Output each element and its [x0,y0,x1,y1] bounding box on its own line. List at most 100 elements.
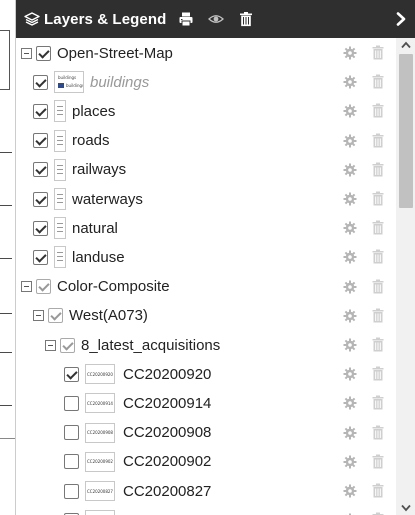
layer-row[interactable]: natural [16,213,396,243]
collapse-toggle-icon[interactable] [33,310,44,322]
layer-row[interactable]: buildings buildings buildings [16,67,396,97]
layer-row[interactable]: railways [16,155,396,185]
layer-checkbox[interactable] [60,337,75,353]
gear-icon[interactable] [343,280,357,294]
layer-label: Open-Street-Map [57,44,173,62]
layer-checkbox[interactable] [33,249,48,265]
layer-checkbox[interactable] [36,279,51,295]
gear-icon[interactable] [343,163,357,177]
layer-group-row[interactable]: 8_latest_acquisitions [16,330,396,360]
trash-icon[interactable] [372,103,384,118]
legend-thumbnail [54,100,66,123]
layer-row[interactable]: CC20200821CC20200821 [16,505,396,515]
layer-group-row[interactable]: West(A073) [16,301,396,331]
legend-thumbnail [54,188,66,210]
print-button[interactable] [174,0,198,38]
layer-row[interactable]: places [16,96,396,126]
layer-checkbox[interactable] [64,395,79,411]
layer-row[interactable]: waterways [16,184,396,214]
scroll-down-button[interactable] [396,501,415,515]
trash-icon[interactable] [372,74,384,89]
map-line [0,405,12,406]
gear-icon[interactable] [343,455,357,469]
layer-checkbox[interactable] [64,454,79,470]
layer-checkbox[interactable] [64,425,79,441]
trash-icon[interactable] [372,162,384,177]
gear-icon[interactable] [343,396,357,410]
layer-row[interactable]: CC20200902 CC20200902 [16,447,396,477]
trash-icon[interactable] [372,454,384,469]
layers-icon [22,9,42,29]
collapse-panel-button[interactable] [392,0,410,38]
trash-icon[interactable] [372,279,384,294]
gear-icon[interactable] [343,338,357,352]
legend-thumbnail: CC20200908 [85,422,115,443]
scroll-thumb[interactable] [399,54,413,208]
collapse-toggle-icon[interactable] [21,47,32,59]
gear-icon[interactable] [343,192,357,206]
layer-checkbox[interactable] [33,74,48,90]
layer-checkbox[interactable] [33,103,48,119]
trash-icon[interactable] [372,366,384,381]
layer-group-row[interactable]: Color-Composite [16,272,396,302]
trash-icon[interactable] [372,425,384,440]
layer-row[interactable]: CC20200914 CC20200914 [16,388,396,418]
gear-icon[interactable] [343,484,357,498]
gear-icon[interactable] [343,46,357,60]
layer-tree: Open-Street-Map buildings buildings buildin… [16,38,396,515]
legend-thumbnail [54,158,66,181]
trash-icon[interactable] [372,249,384,264]
legend-thumbnail [54,129,66,152]
trash-icon[interactable] [372,337,384,352]
layer-checkbox[interactable] [33,191,48,207]
gear-icon[interactable] [343,426,357,440]
scroll-up-button[interactable] [396,38,415,52]
vertical-scrollbar[interactable] [396,38,415,515]
gear-icon[interactable] [343,75,357,89]
trash-icon[interactable] [372,45,384,60]
layer-row[interactable]: landuse [16,242,396,272]
layer-checkbox[interactable] [64,366,79,382]
legend-thumbnail: CC20200902 [85,451,115,472]
legend-thumbnail [54,217,66,240]
trash-icon [240,12,253,27]
chevron-right-icon [396,12,406,26]
legend-thumbnail: CC20200914 [85,393,115,414]
chevron-down-icon [401,504,411,512]
remove-all-button[interactable] [234,0,258,38]
layer-row[interactable]: roads [16,126,396,156]
layer-label: buildings [90,73,150,91]
layer-row[interactable]: CC20200920 CC20200920 [16,359,396,389]
layer-checkbox[interactable] [64,483,79,499]
collapse-toggle-icon[interactable] [45,339,56,351]
toggle-visibility-button[interactable] [204,0,228,38]
layer-label: railways [72,161,127,179]
legend-thumbnail: CC20200821 [85,510,115,515]
map-line [0,205,12,206]
layer-checkbox[interactable] [48,308,63,324]
layer-checkbox[interactable] [33,133,48,149]
layer-checkbox[interactable] [33,220,48,236]
gear-icon[interactable] [343,134,357,148]
layer-checkbox[interactable] [36,45,51,61]
gear-icon[interactable] [343,309,357,323]
gear-icon[interactable] [343,104,357,118]
trash-icon[interactable] [372,191,384,206]
layer-label: landuse [72,248,125,266]
layer-label: 8_latest_acquisitions [81,336,221,354]
layer-label: CC20200902 [123,453,212,471]
layer-row[interactable]: CC20200908 CC20200908 [16,418,396,448]
layer-row[interactable]: CC20200827 CC20200827 [16,476,396,506]
layer-group-row[interactable]: Open-Street-Map [16,38,396,68]
trash-icon[interactable] [372,308,384,323]
trash-icon[interactable] [372,395,384,410]
gear-icon[interactable] [343,250,357,264]
gear-icon[interactable] [343,367,357,381]
trash-icon[interactable] [372,220,384,235]
trash-icon[interactable] [372,133,384,148]
collapse-toggle-icon[interactable] [21,281,32,293]
layer-checkbox[interactable] [33,162,48,178]
trash-icon[interactable] [372,483,384,498]
legend-thumbnail: buildings buildings [54,71,84,94]
gear-icon[interactable] [343,221,357,235]
